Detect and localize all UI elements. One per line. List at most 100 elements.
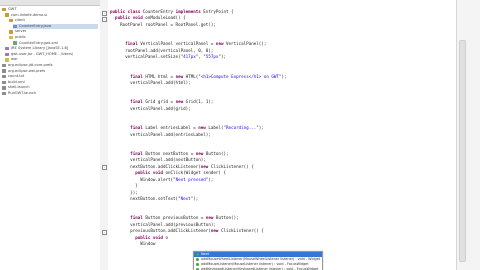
tree-item[interactable]: count.txt xyxy=(2,74,98,79)
method-icon xyxy=(196,263,199,266)
tree-item[interactable]: com.linkefe.demo.ui xyxy=(5,13,98,18)
tree-item-label: GWT xyxy=(8,7,17,11)
eclipse-window: GWT com.linkefe.demo.ui client CounterEntry… xyxy=(0,0,480,270)
keyword-token: public void xyxy=(135,170,166,176)
code-line[interactable]: final Button nextButton = new Button(); xyxy=(110,150,229,157)
code-token: Button(); xyxy=(215,215,239,221)
code-token: Button(); xyxy=(205,150,229,156)
fold-toggle-icon[interactable]: − xyxy=(102,165,107,171)
code-token: RootPanel rootPanel = RootPanel.get(); xyxy=(110,21,216,27)
code-line[interactable]: }); xyxy=(110,190,138,196)
string-token: <h1>Compute Express</h1> on GWT xyxy=(200,73,279,79)
string-token: Next xyxy=(180,196,191,202)
tree-item[interactable]: CounterEntry.gwt.xml xyxy=(13,41,98,46)
file-icon xyxy=(2,80,6,85)
keyword-token: final xyxy=(130,150,146,156)
code-line[interactable]: verticalPanel.add(entriesLabel); xyxy=(110,132,211,138)
code-line[interactable]: final Button previousButton = new Button… xyxy=(110,215,239,221)
tree-item-label: com.linkefe.demo.ui xyxy=(11,12,48,17)
keyword-token: new xyxy=(175,99,186,105)
package-icon xyxy=(9,18,13,23)
tree-item-label: CounterEntry.gwt.xml xyxy=(19,40,58,45)
tree-item-label: gwt-user.jar - GWT_HOME - /Users/ xyxy=(11,51,74,56)
code-token: ", " xyxy=(195,54,206,60)
file-icon xyxy=(2,91,6,96)
code-line[interactable]: final Grid grid = new Grid(1, 1); xyxy=(110,99,213,105)
code-line[interactable]: public void o xyxy=(110,235,168,241)
code-line[interactable]: } xyxy=(110,183,138,189)
tree-item[interactable]: client xyxy=(9,18,98,23)
tree-item[interactable]: gwt-user.jar - GWT_HOME - /Users/ xyxy=(5,52,98,57)
tree-item[interactable]: org.eclipse.wst.prefs xyxy=(2,69,98,74)
code-line[interactable]: public class CounterEntry implements Ent… xyxy=(110,9,234,15)
tree-item[interactable]: CounterEntry.java xyxy=(13,23,98,29)
code-token: "); xyxy=(256,125,264,131)
tree-item-label: war xyxy=(11,57,18,62)
code-line[interactable]: public void onModuleLoad() { xyxy=(110,15,186,21)
tree-item-label: client xyxy=(15,18,25,23)
package-icon xyxy=(5,13,9,17)
editor-scrollbar[interactable] xyxy=(459,40,466,262)
code-line[interactable]: verticalPanel.setSize("417px", "557px"); xyxy=(110,54,226,60)
code-line[interactable]: Window xyxy=(110,241,155,247)
tree-item[interactable]: JRE System Library [JavaSE-1.6] xyxy=(5,46,98,51)
library-icon xyxy=(5,46,9,51)
fold-toggle-icon[interactable]: − xyxy=(102,10,107,16)
fold-toggle-icon[interactable]: − xyxy=(102,16,107,22)
code-line[interactable]: public void onClick(Widget sender) { xyxy=(110,170,226,176)
code-token: } xyxy=(110,183,138,189)
tree-item[interactable]: org.eclipse.jdt.core.prefs xyxy=(2,63,98,68)
method-icon xyxy=(196,258,199,261)
code-token: VerticalPanel(); xyxy=(226,41,267,47)
keyword-token: final xyxy=(130,73,146,79)
string-token: 557px xyxy=(205,54,219,60)
code-token: verticalPanel.add(grid); xyxy=(110,105,191,111)
tree-item[interactable]: public xyxy=(9,35,98,40)
code-line[interactable]: final Label entriesLabel = new Label("Re… xyxy=(110,125,264,131)
code-line[interactable]: verticalPanel.add(nextButton); xyxy=(110,157,206,163)
keyword-token: public class xyxy=(110,9,143,14)
folder-icon xyxy=(9,35,13,40)
code-line[interactable]: final VerticalPanel verticalPanel = new … xyxy=(110,41,266,47)
tree-item[interactable]: RunGWT.launch xyxy=(2,91,98,96)
code-token: nextButton.addClickListener( xyxy=(110,163,201,169)
tree-item[interactable]: build.xml xyxy=(2,80,98,85)
code-line[interactable]: verticalPanel.add(html); xyxy=(110,80,191,86)
keyword-token: implements xyxy=(175,9,204,14)
tree-item[interactable]: shell.launch xyxy=(2,85,98,90)
code-token: rootPanel.add(verticalPanel, 0, 0); xyxy=(110,47,214,53)
tree-item-label: server xyxy=(15,29,27,34)
code-line[interactable]: nextButton.setText("Next"); xyxy=(110,196,198,202)
string-token: Next pressed xyxy=(175,176,206,182)
tree-item[interactable]: server xyxy=(9,29,98,34)
code-line[interactable]: RootPanel rootPanel = RootPanel.get(); xyxy=(110,22,216,28)
xml-file-icon xyxy=(13,41,17,45)
keyword-token: new xyxy=(195,150,206,156)
tree-item[interactable]: war xyxy=(5,57,98,62)
code-line[interactable]: final HTML html = new HTML("<h1>Compute … xyxy=(110,73,286,80)
file-icon xyxy=(2,74,6,79)
jar-icon xyxy=(5,52,9,57)
code-line[interactable]: nextButton.addClickListener(new ClickLis… xyxy=(110,164,254,170)
tree-item-label: RunGWT.launch xyxy=(8,91,37,95)
code-line[interactable]: Window.alert("Next pressed"); xyxy=(110,177,213,183)
tree-item[interactable]: GWT xyxy=(2,7,98,12)
fold-toggle-icon[interactable]: − xyxy=(102,229,107,235)
code-token: VerticalPanel verticalPanel = xyxy=(140,41,216,47)
code-line[interactable]: rootPanel.add(verticalPanel, 0, 0); xyxy=(110,48,213,54)
code-line[interactable]: previousButton.addClickListener(new Clic… xyxy=(110,228,264,234)
code-token: Label(" xyxy=(208,125,227,131)
code-line[interactable]: verticalPanel.add(grid); xyxy=(110,106,191,112)
code-token: Grid grid = xyxy=(145,99,176,105)
tree-item-label: shell.launch xyxy=(8,85,30,90)
code-line[interactable]: verticalPanel.add(previousButton); xyxy=(110,222,216,228)
keyword-token: public void xyxy=(110,15,146,21)
keyword-token: new xyxy=(198,125,209,131)
